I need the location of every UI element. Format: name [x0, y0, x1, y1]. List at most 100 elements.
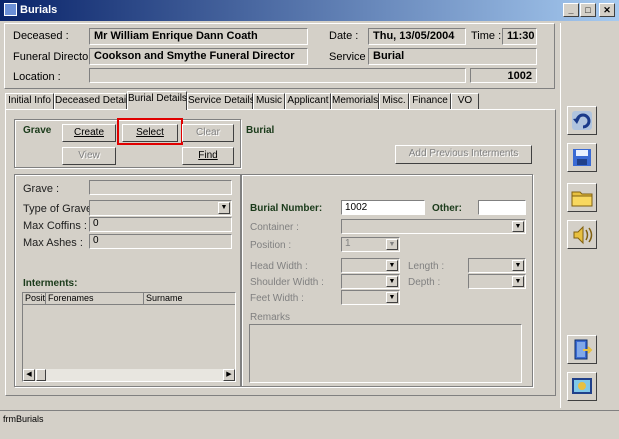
type-of-grave-dropdown[interactable]: ▼ — [89, 200, 232, 216]
date-field[interactable]: Thu, 13/05/2004 — [368, 28, 466, 45]
location-field[interactable] — [89, 68, 466, 83]
interments-header: Posit Forenames Surname — [23, 292, 235, 305]
save-icon — [573, 149, 591, 166]
column-surname[interactable]: Surname — [146, 293, 183, 303]
interments-label: Interments: — [23, 278, 78, 289]
head-width-label: Head Width : — [250, 261, 308, 272]
funeral-director-label: Funeral Director : — [13, 51, 98, 63]
tab-music[interactable]: Music — [253, 93, 285, 109]
burial-number-label: Burial Number: — [250, 203, 323, 214]
save-button[interactable] — [567, 143, 597, 172]
title-bar: Burials _ □ ✕ — [0, 0, 619, 21]
position-label: Position : — [250, 240, 292, 251]
time-field[interactable]: 11:30 — [502, 28, 537, 45]
container-label: Container : — [250, 222, 299, 233]
window-title: Burials — [20, 4, 58, 16]
deceased-field[interactable]: Mr William Enrique Dann Coath — [89, 28, 308, 45]
grave-section-title: Grave — [23, 125, 52, 136]
service-label: Service : — [329, 51, 372, 63]
funeral-director-field[interactable]: Cookson and Smythe Funeral Director — [89, 48, 308, 65]
shoulder-width-label: Shoulder Width : — [250, 277, 324, 288]
tab-initial-info[interactable]: Initial Info — [5, 93, 54, 109]
type-of-grave-label: Type of Grave : — [23, 203, 99, 215]
deceased-label: Deceased : — [13, 30, 69, 42]
position-value: 1 — [345, 238, 351, 249]
clear-button[interactable]: Clear — [182, 124, 234, 142]
folder-icon — [571, 191, 593, 207]
column-forenames[interactable]: Forenames — [48, 293, 94, 303]
max-ashes-field[interactable]: 0 — [89, 234, 232, 249]
other-field[interactable] — [478, 200, 526, 215]
time-label: Time : — [471, 30, 502, 42]
tab-memorials[interactable]: Memorials — [331, 93, 379, 109]
speaker-icon — [573, 225, 593, 245]
remarks-field[interactable] — [249, 324, 522, 383]
view-button[interactable]: View — [62, 147, 116, 165]
dropdown-arrow-icon[interactable]: ▼ — [386, 276, 398, 287]
minimize-button[interactable]: _ — [563, 3, 579, 17]
scroll-left-icon[interactable]: ◀ — [23, 369, 35, 381]
date-label: Date : — [329, 30, 359, 42]
tab-burial-details[interactable]: Burial Details — [127, 91, 187, 110]
location-label: Location : — [13, 71, 61, 83]
status-bar: frmBurials — [0, 410, 619, 439]
max-ashes-label: Max Ashes : — [23, 237, 83, 249]
dropdown-arrow-icon[interactable]: ▼ — [512, 276, 524, 287]
column-posit[interactable]: Posit — [25, 293, 45, 303]
tab-applicant[interactable]: Applicant — [285, 93, 331, 109]
shoulder-width-dropdown[interactable]: ▼ — [341, 274, 400, 289]
dropdown-arrow-icon[interactable]: ▼ — [386, 260, 398, 271]
burial-section-title: Burial — [246, 125, 275, 136]
add-previous-interments-button[interactable]: Add Previous Interments — [395, 145, 532, 164]
grave-field[interactable] — [89, 180, 232, 195]
dropdown-arrow-icon[interactable]: ▼ — [512, 221, 524, 232]
head-width-dropdown[interactable]: ▼ — [341, 258, 400, 273]
scroll-right-icon[interactable]: ▶ — [223, 369, 235, 381]
length-label: Length : — [408, 261, 445, 272]
depth-label: Depth : — [408, 277, 441, 288]
column-divider — [143, 292, 144, 304]
maximize-button[interactable]: □ — [580, 3, 596, 17]
tab-misc[interactable]: Misc. — [379, 93, 409, 109]
column-divider — [45, 292, 46, 304]
dropdown-arrow-icon[interactable]: ▼ — [218, 202, 230, 214]
tab-deceased-details[interactable]: Deceased Details — [54, 93, 133, 109]
tab-service-details[interactable]: Service Details — [187, 93, 255, 109]
undo-icon — [572, 111, 592, 130]
help-button[interactable] — [567, 372, 597, 401]
depth-dropdown[interactable]: ▼ — [468, 274, 526, 289]
dropdown-arrow-icon[interactable]: ▼ — [386, 292, 398, 303]
length-dropdown[interactable]: ▼ — [468, 258, 526, 273]
dropdown-arrow-icon[interactable]: ▼ — [512, 260, 524, 271]
undo-button[interactable] — [567, 106, 597, 135]
other-label: Other: — [432, 203, 462, 214]
exit-door-icon — [574, 339, 593, 360]
grave-label: Grave : — [23, 183, 60, 195]
max-coffins-field[interactable]: 0 — [89, 217, 232, 232]
open-folder-button[interactable] — [567, 183, 597, 212]
container-dropdown[interactable]: ▼ — [341, 219, 526, 234]
feet-width-dropdown[interactable]: ▼ — [341, 290, 400, 305]
help-screen-icon — [572, 378, 592, 394]
scroll-thumb[interactable] — [36, 369, 46, 381]
dropdown-arrow-icon[interactable]: ▼ — [386, 239, 398, 250]
service-field[interactable]: Burial — [368, 48, 537, 65]
horizontal-scrollbar[interactable]: ◀ ▶ — [23, 369, 235, 381]
burial-number-field[interactable]: 1002 — [341, 200, 425, 215]
create-button[interactable]: Create — [62, 124, 116, 142]
position-dropdown[interactable]: 1 ▼ — [341, 237, 400, 252]
max-coffins-label: Max Coffins : — [23, 220, 87, 232]
interments-list[interactable]: Posit Forenames Surname ◀ ▶ — [22, 292, 236, 382]
exit-button[interactable] — [567, 335, 597, 364]
close-button[interactable]: ✕ — [599, 3, 615, 17]
tab-finance[interactable]: Finance — [409, 93, 451, 109]
remarks-label: Remarks — [250, 312, 291, 323]
record-id-field: 1002 — [470, 68, 537, 83]
select-highlight — [117, 118, 183, 145]
sound-button[interactable] — [567, 220, 597, 249]
feet-width-label: Feet Width : — [250, 293, 304, 304]
tab-vo[interactable]: VO — [451, 93, 479, 109]
app-icon — [4, 3, 17, 16]
status-text: frmBurials — [3, 414, 44, 424]
find-button[interactable]: Find — [182, 147, 234, 165]
